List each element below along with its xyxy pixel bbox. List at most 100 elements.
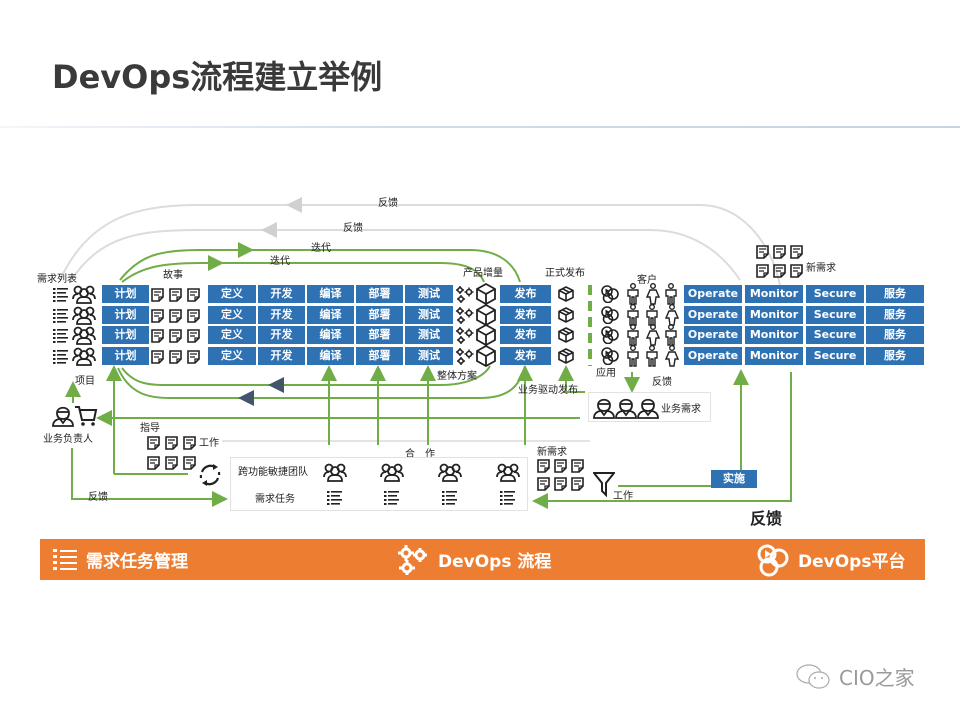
document-icon	[790, 263, 803, 282]
compile-box: 编译	[307, 326, 354, 344]
customer-icon	[664, 345, 680, 371]
team-icon	[323, 462, 347, 486]
team-icon	[72, 346, 96, 370]
document-icon	[554, 458, 567, 477]
business-requirement-label: 业务需求	[661, 404, 701, 415]
list-icon	[53, 287, 69, 306]
gears-icon	[455, 285, 475, 307]
document-icon	[169, 349, 182, 368]
team-icon	[438, 462, 462, 486]
define-box: 定义	[208, 285, 256, 303]
list-icon	[53, 328, 69, 347]
work-label-left: 工作	[199, 438, 219, 449]
watermark-text: CIO之家	[839, 666, 915, 690]
document-icon	[756, 244, 769, 263]
document-icon	[169, 287, 182, 306]
iteration-label-2: 迭代	[270, 256, 290, 267]
compile-box: 编译	[307, 306, 354, 324]
document-icon	[169, 328, 182, 347]
document-icon	[169, 308, 182, 327]
define-box: 定义	[208, 306, 256, 324]
customer-man-icon	[627, 345, 639, 371]
watermark: CIO之家	[795, 662, 915, 691]
list-icon	[384, 490, 400, 509]
plan-box: 计划	[102, 347, 149, 365]
define-box: 定义	[208, 347, 256, 365]
banner-item-devops-process: DevOps 流程	[396, 539, 551, 580]
platform-logo-icon	[757, 544, 789, 576]
secure-box: Secure	[806, 347, 864, 365]
define-box: 定义	[208, 326, 256, 344]
document-icon	[790, 244, 803, 263]
implement-box: 实施	[711, 470, 757, 488]
list-icon	[327, 490, 343, 509]
application-icon	[600, 347, 620, 369]
package-icon	[558, 307, 574, 327]
list-icon	[53, 308, 69, 327]
service-box: 服务	[866, 326, 924, 344]
operate-box: Operate	[684, 347, 742, 365]
guidance-label: 指导	[140, 423, 160, 434]
document-icon	[183, 435, 196, 454]
document-icon	[756, 263, 769, 282]
business-user-icon	[637, 395, 659, 423]
document-icon	[187, 308, 200, 327]
banner-label-devops-process: DevOps 流程	[438, 552, 552, 572]
business-user-icon	[593, 395, 615, 423]
document-icon	[147, 435, 160, 454]
deploy-box: 部署	[356, 285, 403, 303]
business-user-icon	[615, 395, 637, 423]
test-box: 测试	[405, 306, 453, 324]
iteration-label-1: 迭代	[311, 243, 331, 254]
develop-box: 开发	[258, 326, 305, 344]
develop-box: 开发	[258, 347, 305, 365]
release-box: 发布	[500, 306, 551, 324]
new-requirement-top-label: 新需求	[806, 263, 836, 274]
cross-functional-team-label: 跨功能敏捷团队	[238, 467, 308, 478]
team-icon	[496, 462, 520, 486]
document-icon	[187, 349, 200, 368]
test-box: 测试	[405, 326, 453, 344]
deploy-box: 部署	[356, 347, 403, 365]
document-icon	[183, 455, 196, 474]
secure-box: Secure	[806, 285, 864, 303]
compile-box: 编译	[307, 347, 354, 365]
banner-item-devops-platform: DevOps平台	[756, 539, 905, 580]
business-owner-label: 业务负责人	[43, 434, 93, 445]
banner-label-devops-platform: DevOps平台	[798, 552, 906, 572]
package-icon	[558, 348, 574, 368]
monitor-box: Monitor	[745, 347, 803, 365]
document-icon	[554, 476, 567, 495]
application-icon	[600, 285, 620, 307]
feedback-app-label: 反馈	[652, 377, 672, 388]
requirements-list-label: 需求列表	[37, 274, 77, 285]
banner-label-requirements: 需求任务管理	[86, 552, 188, 572]
release-box: 发布	[500, 347, 551, 365]
develop-box: 开发	[258, 285, 305, 303]
operate-box: Operate	[684, 326, 742, 344]
document-icon	[165, 455, 178, 474]
service-box: 服务	[866, 306, 924, 324]
list-icon	[53, 349, 69, 368]
list-icon	[500, 490, 516, 509]
plan-box: 计划	[102, 306, 149, 324]
document-icon	[571, 458, 584, 477]
operate-box: Operate	[684, 285, 742, 303]
business-owner-icon	[52, 403, 74, 431]
monitor-box: Monitor	[745, 306, 803, 324]
gears-icon	[455, 347, 475, 369]
package-icon	[558, 286, 574, 306]
document-icon	[537, 458, 550, 477]
requirement-task-label: 需求任务	[255, 494, 295, 505]
feedback-left-label: 反馈	[88, 492, 108, 503]
deploy-box: 部署	[356, 306, 403, 324]
product-increment-label: 产品增量	[463, 268, 503, 279]
document-icon	[147, 455, 160, 474]
feedback-label-outer: 反馈	[378, 198, 398, 209]
feedback-label-inner: 反馈	[343, 223, 363, 234]
application-icon	[600, 306, 620, 328]
compile-box: 编译	[307, 285, 354, 303]
list-icon	[442, 490, 458, 509]
monitor-box: Monitor	[745, 326, 803, 344]
package-icon	[558, 327, 574, 347]
